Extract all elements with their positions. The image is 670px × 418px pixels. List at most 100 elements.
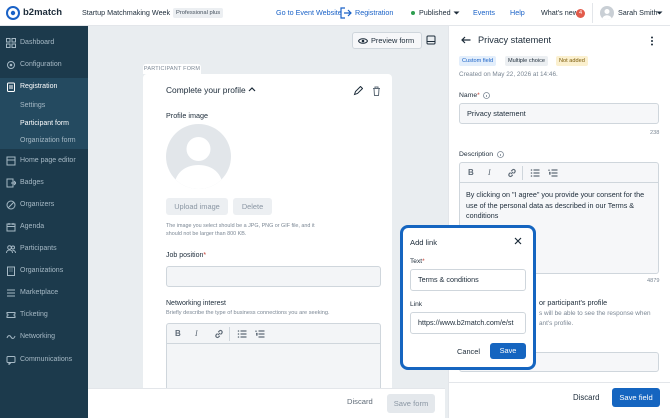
sidebar-item-settings[interactable]: Settings bbox=[0, 97, 88, 115]
sidebar-item-label: Ticketing bbox=[20, 311, 48, 318]
bold-icon[interactable]: B bbox=[468, 168, 474, 177]
panel-footer: Discard Save field bbox=[449, 382, 670, 418]
sidebar-item-dashboard[interactable]: Dashboard bbox=[0, 34, 88, 52]
numbered-list-icon[interactable] bbox=[548, 168, 558, 178]
sidebar-item-configuration[interactable]: Configuration bbox=[0, 56, 88, 74]
discard-field-button[interactable]: Discard bbox=[573, 393, 599, 402]
required-marker: * bbox=[422, 258, 425, 265]
job-position-input[interactable] bbox=[166, 266, 381, 287]
close-icon[interactable] bbox=[514, 237, 522, 245]
whats-new-link[interactable]: What's new bbox=[541, 0, 578, 26]
registration-link[interactable]: Registration bbox=[355, 0, 393, 26]
panel-toggle-icon[interactable] bbox=[426, 35, 436, 45]
chat-icon bbox=[6, 355, 16, 365]
networking-hint: Briefly describe the type of business co… bbox=[166, 310, 330, 316]
visibility-hint: ant's profile. bbox=[539, 320, 574, 327]
b2match-logo-icon[interactable] bbox=[6, 6, 20, 20]
avatar[interactable] bbox=[600, 6, 614, 20]
italic-icon[interactable]: I bbox=[195, 329, 198, 338]
delete-image-button[interactable]: Delete bbox=[233, 198, 272, 215]
section-tag: PARTICIPANT FORM bbox=[143, 64, 201, 74]
preview-form-label: Preview form bbox=[371, 36, 415, 45]
event-name[interactable]: Startup Matchmaking Week bbox=[82, 0, 170, 26]
sidebar-item-label: Organizers bbox=[20, 201, 55, 208]
divider bbox=[592, 3, 593, 23]
events-link[interactable]: Events bbox=[473, 0, 495, 26]
sidebar-item-label: Marketplace bbox=[20, 289, 59, 296]
numbered-list-icon[interactable] bbox=[255, 329, 265, 339]
form-card: Complete your profile Profile image Uplo… bbox=[143, 74, 392, 418]
sidebar-item-organizers[interactable]: Organizers bbox=[0, 196, 88, 214]
notification-badge: 4 bbox=[576, 9, 585, 18]
trash-icon[interactable] bbox=[372, 86, 381, 96]
sidebar-item-label: Dashboard bbox=[20, 39, 55, 46]
more-options-icon[interactable] bbox=[650, 36, 654, 46]
discard-form-button[interactable]: Discard bbox=[347, 397, 373, 406]
link-url-input[interactable]: https://www.b2match.com/e/st bbox=[410, 312, 526, 334]
user-name[interactable]: Sarah Smith bbox=[618, 0, 658, 26]
save-link-button[interactable]: Save bbox=[490, 343, 526, 359]
description-text: By clicking on "I agree" you provide you… bbox=[466, 190, 652, 222]
sidebar-item-organizations[interactable]: Organizations bbox=[0, 262, 88, 280]
form-footer: Discard Save form bbox=[88, 388, 445, 418]
go-to-event-link[interactable]: Go to Event Website bbox=[276, 0, 342, 26]
sidebar-item-label: Configuration bbox=[20, 61, 62, 68]
sidebar-item-participants[interactable]: Participants bbox=[0, 240, 88, 258]
section-title: Complete your profile bbox=[166, 85, 246, 95]
store-icon bbox=[6, 288, 16, 298]
help-link[interactable]: Help bbox=[510, 0, 525, 26]
clipboard-icon bbox=[6, 82, 16, 92]
sidebar-item-ticketing[interactable]: Ticketing bbox=[0, 306, 88, 324]
description-label: Description bbox=[459, 151, 493, 158]
info-icon bbox=[497, 151, 504, 158]
link-icon[interactable] bbox=[214, 329, 224, 339]
chip-not-added: Not added bbox=[556, 56, 588, 66]
sidebar-item-registration[interactable]: Registration bbox=[0, 78, 88, 96]
upload-image-button[interactable]: Upload image bbox=[166, 198, 228, 215]
sidebar-item-label: Agenda bbox=[20, 223, 45, 230]
italic-icon[interactable]: I bbox=[488, 168, 491, 177]
link-text-input[interactable]: Terms & conditions bbox=[410, 269, 526, 291]
required-marker: * bbox=[477, 92, 480, 99]
sidebar-item-marketplace[interactable]: Marketplace bbox=[0, 284, 88, 302]
sidebar-item-label: Communications bbox=[20, 356, 73, 363]
name-char-count: 238 bbox=[650, 130, 660, 136]
chevron-up-icon[interactable] bbox=[248, 86, 256, 92]
toolbar-divider bbox=[229, 327, 230, 341]
building-icon bbox=[6, 266, 16, 276]
modal-title: Add link bbox=[410, 238, 438, 247]
link-icon[interactable] bbox=[507, 168, 517, 178]
sidebar-item-networking[interactable]: Networking bbox=[0, 328, 88, 346]
edit-icon[interactable] bbox=[353, 86, 363, 96]
network-icon bbox=[6, 332, 16, 342]
bold-icon[interactable]: B bbox=[175, 329, 181, 338]
status-dot-icon bbox=[411, 11, 415, 15]
save-field-button[interactable]: Save field bbox=[612, 388, 660, 407]
sidebar-item-communications[interactable]: Communications bbox=[0, 351, 88, 369]
name-input[interactable]: Privacy statement bbox=[459, 103, 659, 124]
bullet-list-icon[interactable] bbox=[237, 329, 247, 339]
cancel-button[interactable]: Cancel bbox=[457, 347, 480, 356]
link-label: Link bbox=[410, 301, 423, 308]
save-form-button[interactable]: Save form bbox=[387, 394, 435, 413]
profile-placeholder-image bbox=[166, 124, 231, 189]
sidebar-item-label: Badges bbox=[20, 179, 44, 186]
sidebar-item-home-page-editor[interactable]: Home page editor bbox=[0, 152, 88, 170]
sidebar-item-agenda[interactable]: Agenda bbox=[0, 218, 88, 236]
sidebar-item-organization-form[interactable]: Organization form bbox=[0, 132, 88, 150]
top-bar: b2match Startup Matchmaking Week Profess… bbox=[0, 0, 670, 26]
status-dropdown[interactable]: Published bbox=[419, 0, 451, 26]
editor-toolbar: B I bbox=[460, 163, 658, 183]
people-icon bbox=[6, 244, 16, 254]
editor-toolbar: B I bbox=[167, 324, 380, 344]
description-char-count: 4879 bbox=[647, 278, 660, 284]
ticket-icon bbox=[6, 310, 16, 320]
sidebar-item-participant-form[interactable]: Participant form bbox=[0, 115, 88, 133]
toolbar-divider bbox=[522, 166, 523, 180]
preview-form-button[interactable]: Preview form bbox=[352, 32, 422, 49]
sidebar-item-badges[interactable]: Badges bbox=[0, 174, 88, 192]
arrow-left-icon[interactable] bbox=[461, 36, 471, 44]
gear-icon bbox=[6, 60, 16, 70]
bullet-list-icon[interactable] bbox=[530, 168, 540, 178]
exit-icon bbox=[340, 7, 352, 19]
